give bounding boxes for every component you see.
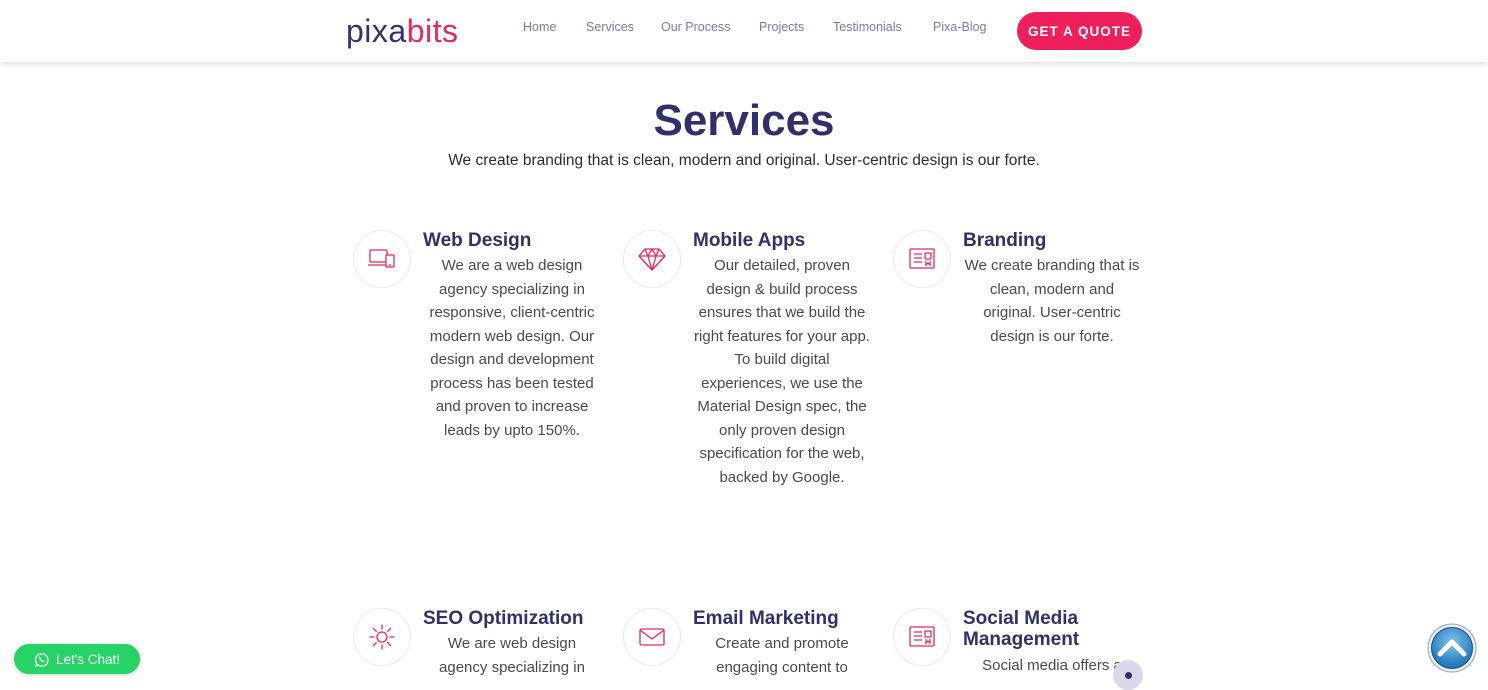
laptop-mobile-icon	[353, 230, 411, 288]
lets-chat-button[interactable]: Let's Chat!	[14, 644, 140, 674]
card-description: We create branding that is clean, modern…	[964, 257, 1140, 345]
card-description: We are web design agency specializing in	[439, 635, 585, 676]
services-subtitle: We create branding that is clean, modern…	[448, 152, 1040, 169]
nav-pixa-blog[interactable]: Pixa-Blog	[933, 20, 987, 34]
site-header: pixabits Home Services Our Process Proje…	[0, 0, 1488, 62]
nav-testimonials[interactable]: Testimonials	[833, 20, 902, 34]
get-a-quote-button[interactable]: GET A QUOTE	[1017, 12, 1142, 50]
nav-services[interactable]: Services	[586, 20, 634, 34]
whatsapp-icon	[34, 652, 49, 667]
news-card-icon	[893, 230, 951, 288]
card-title: Web Design	[423, 230, 532, 251]
scroll-to-top-button[interactable]	[1427, 623, 1477, 673]
card-description: Our detailed, proven design & build proc…	[694, 257, 870, 486]
nav-our-process[interactable]: Our Process	[661, 20, 730, 34]
card-title: Mobile Apps	[693, 230, 806, 251]
nav-home[interactable]: Home	[523, 20, 556, 34]
card-title: SEO Optimization	[423, 608, 584, 629]
diamond-icon	[623, 230, 681, 288]
envelope-icon	[623, 608, 681, 666]
pixabits-logo[interactable]: pixabits	[346, 11, 459, 51]
nav-projects[interactable]: Projects	[759, 20, 804, 34]
services-title: Services	[653, 96, 835, 145]
dot-icon	[1124, 671, 1132, 679]
logo-text-part2: bits	[406, 13, 459, 49]
chat-label: Let's Chat!	[55, 651, 121, 667]
card-title: Social Media Management	[963, 608, 1080, 650]
chevron-up-icon	[1427, 623, 1477, 673]
card-description: We are a web design agency specializing …	[429, 257, 595, 439]
news-card-icon	[893, 608, 951, 666]
card-title: Email Marketing	[693, 608, 839, 629]
card-description: Create and promote engaging content to	[715, 635, 849, 676]
logo-text-part1: pixa	[346, 13, 407, 49]
card-title: Branding	[963, 230, 1047, 251]
sun-icon	[353, 608, 411, 666]
